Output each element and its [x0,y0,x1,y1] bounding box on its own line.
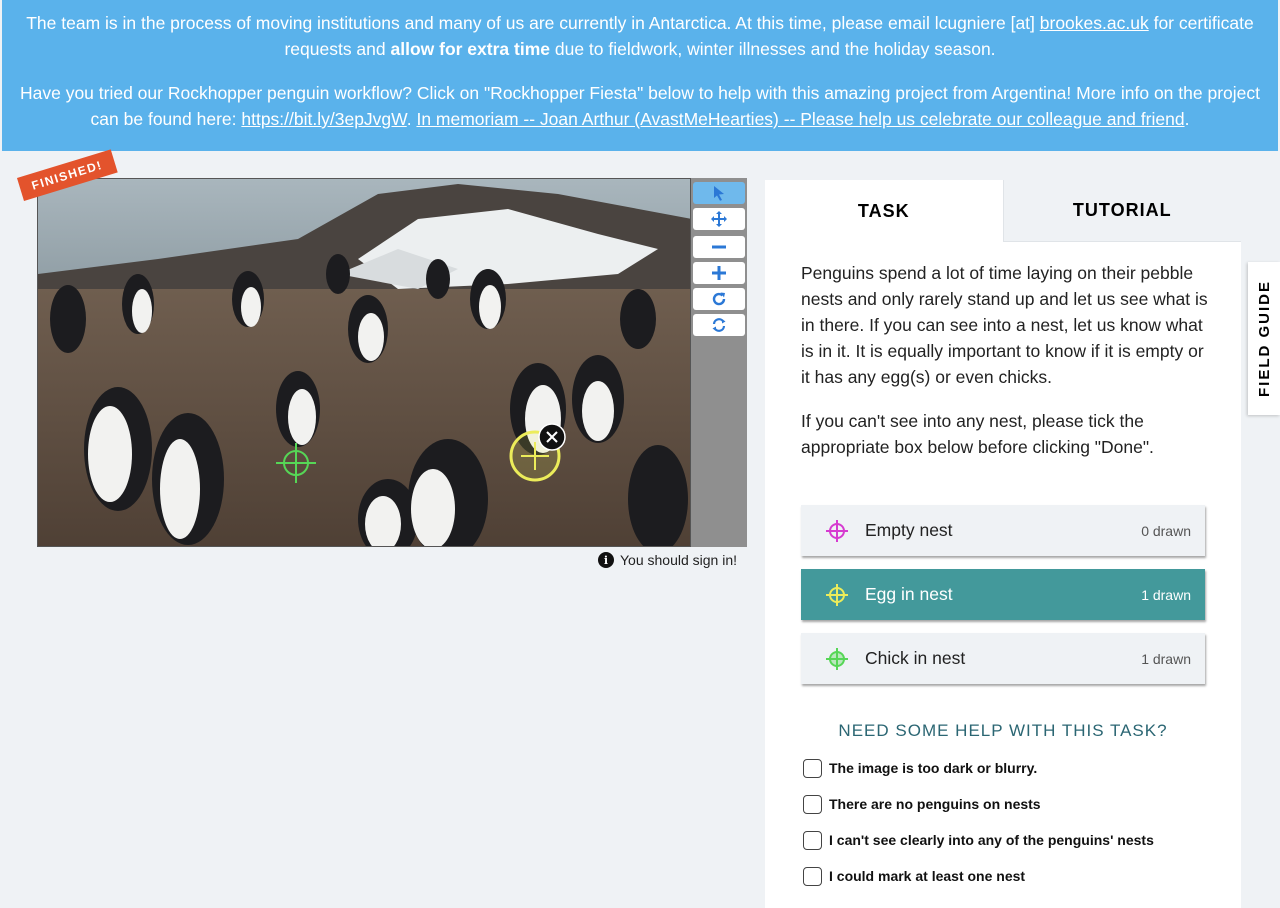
memoriam-link[interactable]: In memoriam -- Joan Arthur (AvastMeHeart… [416,109,1184,129]
choice-label: Egg in nest [865,584,953,604]
instructions-paragraph: If you can't see into any nest, please t… [801,411,1154,457]
crosshair-icon [826,583,848,606]
help-title: NEED SOME HELP WITH THIS TASK? [838,721,1168,740]
rotate-button[interactable] [693,288,745,310]
panel-tabs: TASK TUTORIAL [765,180,1241,242]
choice-count: 1 drawn [1141,650,1191,667]
chick-mark-icon[interactable] [274,441,318,485]
banner-text: The team is in the process of moving ins… [26,13,1040,33]
choice-label: Chick in nest [865,648,966,668]
zoom-out-icon [712,245,726,249]
finished-label: FINISHED! [16,149,118,201]
rotate-icon [712,292,726,306]
reset-button[interactable] [693,314,745,336]
move-icon [711,211,727,227]
choice-label: Empty nest [865,520,953,540]
task-panel: TASK TUTORIAL Penguins spend a lot of ti… [765,180,1241,908]
checkbox-icon[interactable] [803,794,822,814]
email-domain-link[interactable]: brookes.ac.uk [1040,13,1149,33]
choice-count: 0 drawn [1141,522,1191,539]
reset-icon [712,318,726,332]
banner-text: due to fieldwork, winter illnesses and t… [550,39,996,59]
checkbox-marked-nest[interactable]: I could mark at least one nest [803,865,1025,887]
checkbox-label: The image is too dark or blurry. [829,760,1038,776]
finished-ribbon: FINISHED! [16,149,127,213]
checkbox-label: I could mark at least one nest [829,868,1026,884]
announcement-banner: The team is in the process of moving ins… [2,0,1278,151]
checkbox-icon[interactable] [803,866,822,886]
zoom-out-button[interactable] [693,236,745,258]
tab-task[interactable]: TASK [765,180,1003,242]
checkbox-cant-see[interactable]: I can't see clearly into any of the peng… [803,829,1154,851]
banner-paragraph-2: Have you tried our Rockhopper penguin wo… [16,80,1264,132]
banner-bold-text: allow for extra time [390,39,551,59]
banner-paragraph-1: The team is in the process of moving ins… [16,10,1264,62]
viewer-toolbar [691,178,747,547]
task-instructions: Penguins spend a lot of time laying on t… [801,260,1211,460]
choice-egg-in-nest[interactable]: Egg in nest 1 drawn [801,569,1205,620]
choice-count: 1 drawn [1141,586,1191,603]
crosshair-icon [826,647,848,670]
banner-text: . [1184,109,1190,129]
delete-mark-icon[interactable] [538,423,566,451]
zoom-in-icon [712,266,726,280]
subject-viewer [37,178,747,547]
field-guide-tab[interactable]: FIELD GUIDE [1248,262,1280,415]
tab-tutorial[interactable]: TUTORIAL [1002,180,1241,242]
subject-image[interactable] [37,178,691,547]
move-tool-button[interactable] [693,208,745,230]
sign-in-text: You should sign in! [620,552,738,568]
instructions-paragraph: Penguins spend a lot of time laying on t… [801,263,1208,387]
choice-empty-nest[interactable]: Empty nest 0 drawn [801,505,1205,556]
zoom-in-button[interactable] [693,262,745,284]
pointer-icon [714,186,724,201]
checkbox-label: I can't see clearly into any of the peng… [829,832,1154,848]
choice-chick-in-nest[interactable]: Chick in nest 1 drawn [801,633,1205,684]
checkbox-label: There are no penguins on nests [829,796,1041,812]
checkbox-no-penguins[interactable]: There are no penguins on nests [803,793,1041,815]
info-icon: i [598,552,614,568]
banner-text: . [406,109,417,129]
crosshair-icon [826,519,848,542]
pointer-tool-button[interactable] [693,182,745,204]
field-guide-label: FIELD GUIDE [1255,279,1273,398]
checkbox-too-dark[interactable]: The image is too dark or blurry. [803,757,1037,779]
rockhopper-info-link[interactable]: https://bit.ly/3epJvgW [241,109,406,129]
sign-in-notice[interactable]: i You should sign in! [598,550,748,570]
checkbox-icon[interactable] [803,758,822,778]
penguin-colony-photo [38,179,690,546]
checkbox-icon[interactable] [803,830,822,850]
